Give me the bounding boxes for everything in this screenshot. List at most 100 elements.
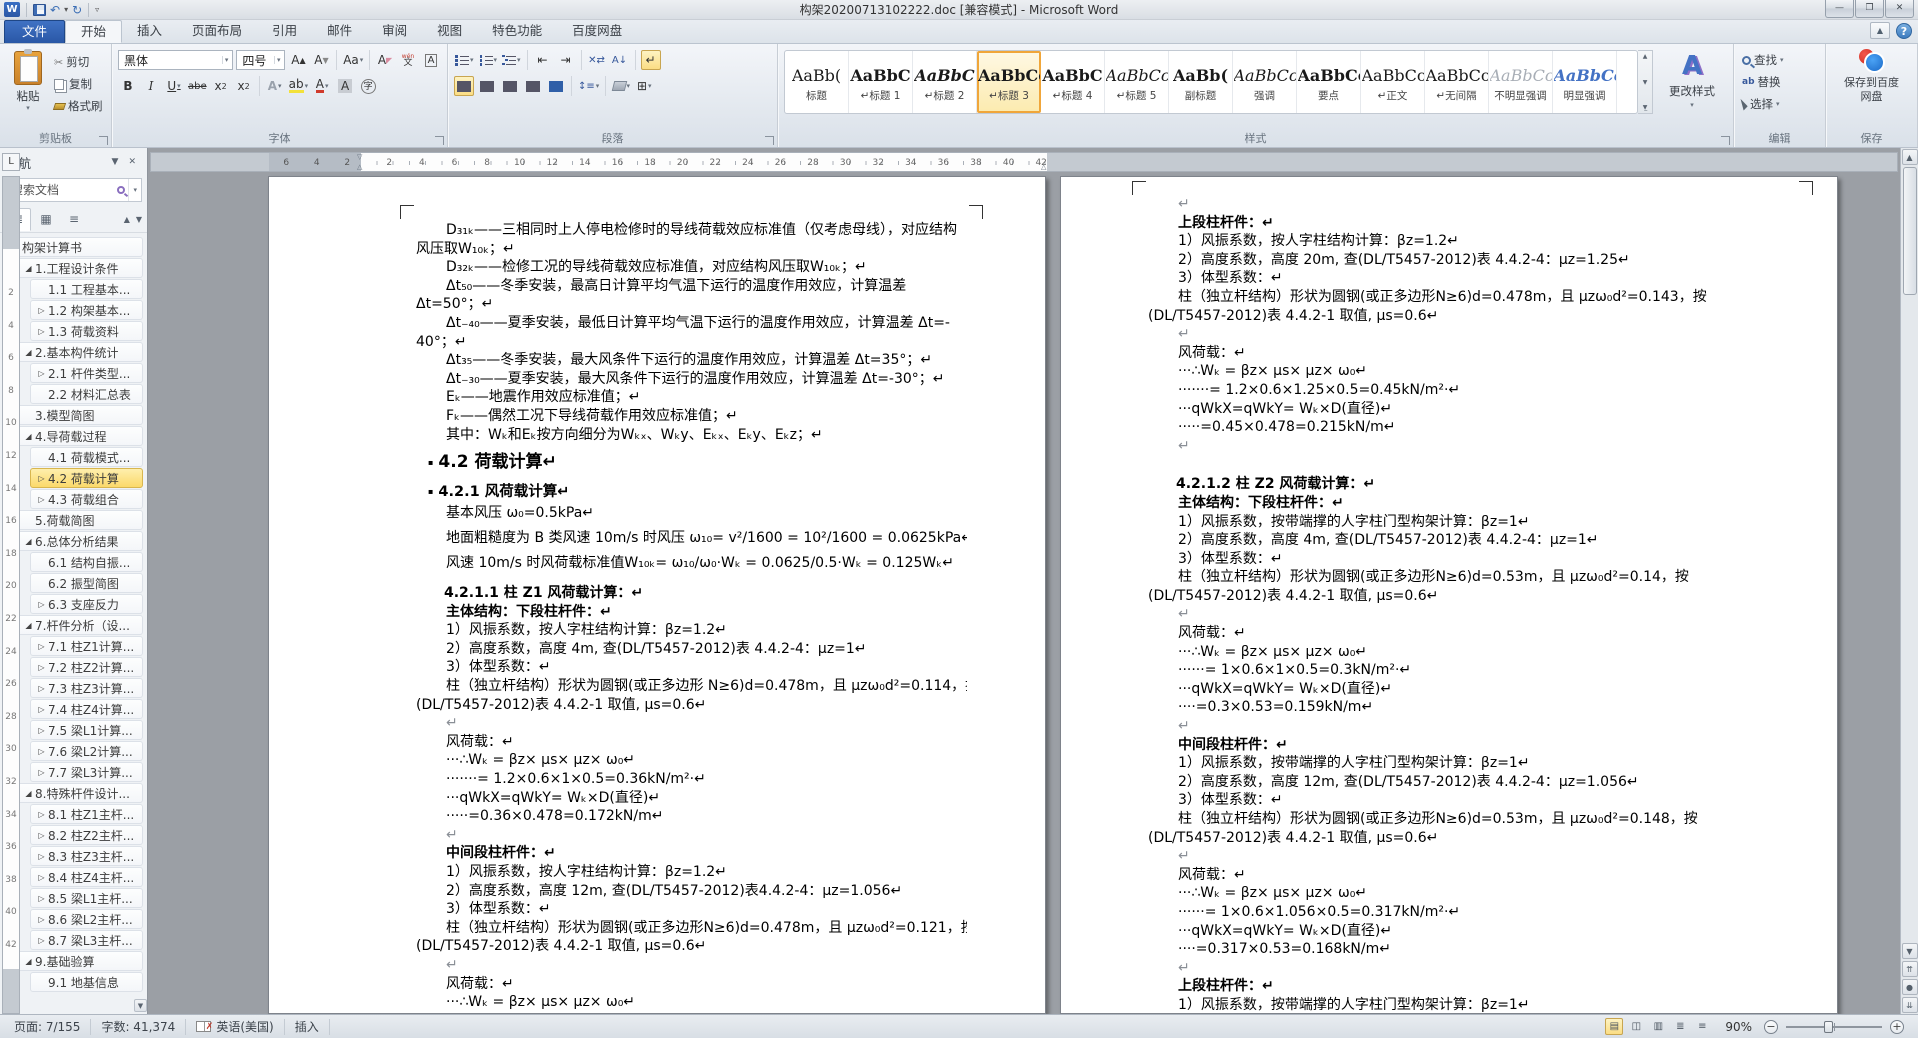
- doc-line[interactable]: 上段柱杆件：↵: [1148, 977, 1797, 996]
- doc-line[interactable]: ····=0.3×0.53=0.159kN/m↵: [1148, 698, 1797, 717]
- nav-heading-item[interactable]: 5.荷载简图: [17, 510, 143, 530]
- nav-pane-close-icon[interactable]: ✕: [123, 157, 141, 167]
- doc-line[interactable]: 1）风振系数，按人字柱结构计算：βz=1.2↵: [416, 863, 967, 882]
- doc-line[interactable]: 主体结构：下段柱杆件：↵: [1148, 494, 1797, 513]
- phonetic-guide-icon[interactable]: wén 文: [398, 50, 418, 70]
- nav-heading-item[interactable]: 1.3 荷载资料: [30, 321, 143, 341]
- nav-scroll-down-icon[interactable]: ▼: [134, 999, 147, 1012]
- search-icon[interactable]: [117, 186, 125, 194]
- font-size-combo[interactable]: 四号 ▾: [236, 50, 285, 70]
- style-item[interactable]: AaBbC ↵标题 2: [913, 51, 977, 113]
- style-item[interactable]: AaBbC ↵标题 4: [1041, 51, 1105, 113]
- ribbon-tab[interactable]: 插入: [122, 20, 177, 43]
- replace-button[interactable]: ab 替换: [1742, 72, 1823, 92]
- highlight-icon[interactable]: ab▾: [288, 76, 310, 96]
- doc-line[interactable]: Fₖ——偶然工况下导线荷载作用效应标准值；↵: [416, 407, 967, 426]
- doc-line[interactable]: ↵: [1148, 195, 1797, 214]
- justify-icon[interactable]: [523, 76, 543, 96]
- expand-collapse-icon[interactable]: [35, 684, 48, 693]
- doc-line[interactable]: 上段柱杆件：↵: [1148, 214, 1797, 233]
- doc-line[interactable]: 其中：Wₖ和Eₖ按方向细分为Wₖₓ、Wₖy、Eₖₓ、Eₖy、Eₖz；↵: [416, 426, 967, 445]
- expand-collapse-icon[interactable]: [35, 726, 48, 735]
- minimize-button[interactable]: —: [1825, 0, 1854, 18]
- select-button[interactable]: 选择▾: [1742, 94, 1823, 114]
- ribbon-tab[interactable]: 开始: [65, 20, 122, 43]
- font-dialog-launcher-icon[interactable]: [435, 136, 444, 145]
- numbering-icon[interactable]: ▾: [478, 50, 499, 70]
- asian-layout-icon[interactable]: ✕⇄: [587, 50, 607, 70]
- nav-heading-item[interactable]: 7.2 柱Z2计算...: [30, 657, 143, 677]
- doc-line[interactable]: (DL/T5457-2012)表 4.4.2-1 取值, μs=0.6↵: [1148, 587, 1797, 606]
- expand-collapse-icon[interactable]: [22, 621, 35, 630]
- expand-collapse-icon[interactable]: [35, 663, 48, 672]
- style-item[interactable]: AaBbCcI 不明显强调: [1489, 51, 1553, 113]
- align-right-icon[interactable]: [500, 76, 520, 96]
- doc-line[interactable]: [1148, 455, 1797, 463]
- nav-heading-item[interactable]: 6.1 结构自振...: [30, 552, 143, 572]
- style-item[interactable]: AaBbCcI 强调: [1233, 51, 1297, 113]
- expand-collapse-icon[interactable]: [35, 852, 48, 861]
- ribbon-tab[interactable]: 页面布局: [177, 20, 257, 43]
- nav-heading-item[interactable]: 4.3 荷载组合: [30, 489, 143, 509]
- doc-line[interactable]: 4.2.1.1 柱 Z1 风荷载计算：↵: [416, 584, 967, 603]
- style-item[interactable]: AaBb( 副标题: [1169, 51, 1233, 113]
- nav-heading-item[interactable]: 7.杆件分析（设...: [17, 615, 143, 635]
- shading-icon[interactable]: ▾: [611, 76, 631, 96]
- document-page-1[interactable]: D₃₁ₖ——三相同时上人停电检修时的导线荷载效应标准值（仅考虑母线），对应结构风…: [268, 176, 1046, 1014]
- clipboard-dialog-launcher-icon[interactable]: [99, 136, 108, 145]
- style-item[interactable]: AaBbCc ↵标题 3: [977, 51, 1041, 113]
- doc-line[interactable]: 3）体型系数：↵: [416, 658, 967, 677]
- search-options-icon[interactable]: ▾: [128, 179, 141, 201]
- doc-line[interactable]: 3）体型系数：↵: [1148, 550, 1797, 569]
- doc-line[interactable]: ···∴Wₖ = βz× μs× μz× ω₀↵: [1148, 362, 1797, 381]
- expand-collapse-icon[interactable]: [35, 369, 48, 378]
- previous-heading-icon[interactable]: ▲: [124, 215, 130, 224]
- maximize-button[interactable]: ❐: [1855, 0, 1884, 18]
- doc-line[interactable]: ···∴Wₖ = βz× μs× μz× ω₀↵: [416, 993, 967, 1012]
- doc-line[interactable]: 40°；↵: [416, 333, 967, 352]
- horizontal-ruler[interactable]: 642 246810121416182022242628303234363840…: [150, 152, 1898, 172]
- doc-line[interactable]: (DL/T5457-2012)表 4.4.2-1 取值, μs=0.6↵: [1148, 829, 1797, 848]
- grow-font-icon[interactable]: A▲: [288, 50, 308, 70]
- nav-heading-item[interactable]: 构架计算书: [4, 237, 143, 257]
- doc-line[interactable]: ···qWkX=qWkY= Wₖ×D(直径)↵: [1148, 922, 1797, 941]
- doc-line[interactable]: ↵: [416, 826, 967, 845]
- style-item[interactable]: AaBbCcI ↵无间隔: [1425, 51, 1489, 113]
- nav-heading-item[interactable]: 6.总体分析结果: [17, 531, 143, 551]
- align-center-icon[interactable]: [477, 76, 497, 96]
- nav-heading-item[interactable]: 1.1 工程基本...: [30, 279, 143, 299]
- ribbon-tab[interactable]: 百度网盘: [557, 20, 637, 43]
- nav-heading-item[interactable]: 8.7 梁L3主杆...: [30, 930, 143, 950]
- zoom-slider[interactable]: [1786, 1026, 1882, 1028]
- nav-tab-pages[interactable]: ▦: [33, 208, 59, 231]
- expand-collapse-icon[interactable]: [35, 810, 48, 819]
- doc-line[interactable]: 风荷载：↵: [1148, 866, 1797, 885]
- previous-page-icon[interactable]: ⇈: [1902, 961, 1918, 977]
- expand-collapse-icon[interactable]: [35, 747, 48, 756]
- doc-line[interactable]: 3）体型系数：↵: [1148, 791, 1797, 810]
- character-shading-icon[interactable]: A: [335, 76, 355, 96]
- doc-line[interactable]: ·····=0.36×0.478=0.172kN/m↵: [416, 807, 967, 826]
- doc-line[interactable]: Δt₋₄₀——夏季安装，最低日计算平均气温下运行的温度作用效应，计算温差 Δt=…: [416, 314, 967, 333]
- paste-dropdown-icon[interactable]: ▾: [26, 104, 30, 112]
- styles-gallery-scrollbar[interactable]: ▲▼▼̲: [1638, 50, 1653, 114]
- expand-collapse-icon[interactable]: [35, 327, 48, 336]
- doc-line[interactable]: (DL/T5457-2012)表 4.4.2-1 取值, μs=0.6↵: [416, 696, 967, 715]
- expand-collapse-icon[interactable]: [35, 474, 48, 483]
- expand-collapse-icon[interactable]: [22, 537, 35, 546]
- style-item[interactable]: AaBbCcl 要点: [1297, 51, 1361, 113]
- increase-indent-icon[interactable]: ⇥: [556, 50, 576, 70]
- doc-line[interactable]: ······= 1×0.6×1.056×0.5=0.317kN/m²·↵: [1148, 903, 1797, 922]
- nav-heading-item[interactable]: 6.3 支座反力: [30, 594, 143, 614]
- zoom-slider-thumb[interactable]: [1824, 1021, 1833, 1033]
- doc-line[interactable]: ↵: [416, 956, 967, 975]
- doc-line[interactable]: 地面粗糙度为 B 类风速 10m/s 时风压 ω₁₀= v²/1600 = 10…: [416, 529, 967, 548]
- doc-line[interactable]: 4.2.1.2 柱 Z2 风荷载计算：↵: [1148, 475, 1797, 494]
- find-button[interactable]: 查找▾: [1742, 50, 1823, 70]
- close-button[interactable]: ✕: [1885, 0, 1914, 18]
- doc-line[interactable]: ·····=0.45×0.478=0.215kN/m↵: [1148, 418, 1797, 437]
- expand-collapse-icon[interactable]: [35, 831, 48, 840]
- expand-collapse-icon[interactable]: [35, 306, 48, 315]
- doc-line[interactable]: ·······= 1.2×0.6×1×0.5=0.36kN/m²·↵: [416, 770, 967, 789]
- shrink-font-icon[interactable]: A▼: [311, 50, 331, 70]
